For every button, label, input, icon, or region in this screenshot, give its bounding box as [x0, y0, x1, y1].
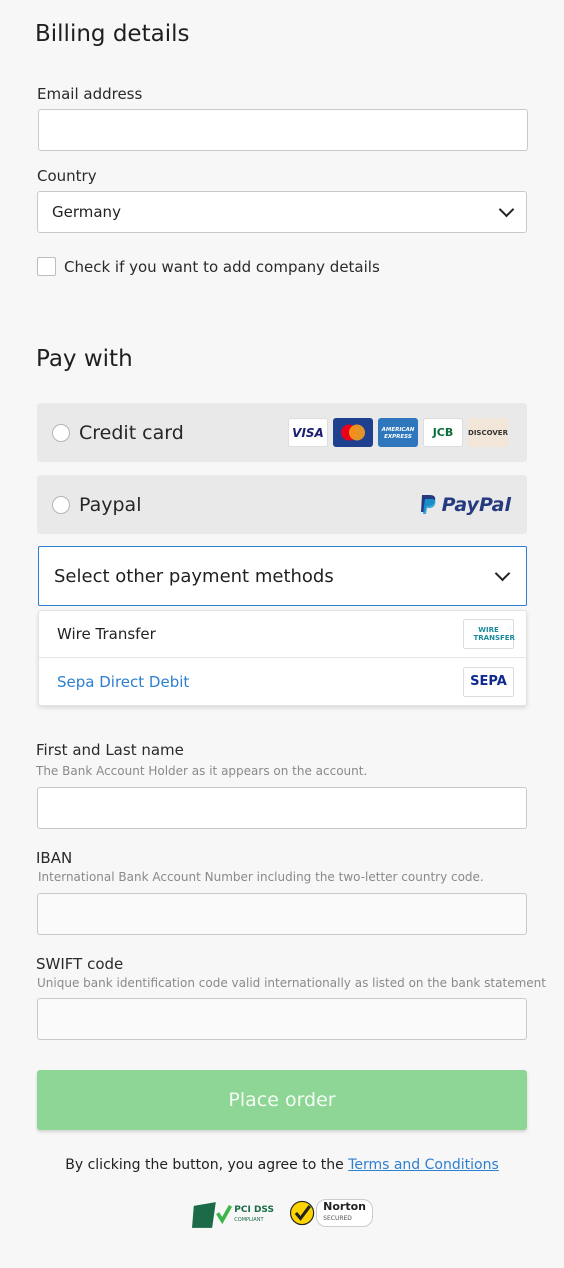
wire-transfer-label: Wire Transfer: [57, 625, 156, 643]
norton-text: Norton: [323, 1200, 366, 1213]
payment-methods-dropdown: Wire Transfer WIRE TRANSFER Sepa Direct …: [38, 610, 527, 706]
agreement-text: By clicking the button, you agree to the: [65, 1157, 349, 1173]
norton-sub-text: SECURED: [323, 1215, 352, 1222]
paypal-option[interactable]: Paypal PayPal: [37, 475, 527, 534]
mastercard-logo-icon: [333, 418, 373, 447]
sepa-logo-text: SEPA: [470, 674, 507, 689]
pci-dss-badge: PCI DSS COMPLIANT: [192, 1199, 274, 1231]
iban-hint: International Bank Account Number includ…: [38, 870, 484, 884]
country-label: Country: [37, 167, 97, 185]
terms-agreement: By clicking the button, you agree to the…: [0, 1157, 564, 1173]
wire-transfer-logo-text: WIRE TRANSFER: [473, 626, 515, 642]
paypal-radio[interactable]: [52, 495, 70, 514]
pci-logo-icon: [192, 1202, 233, 1228]
card-logos: VISA AMERICAN EXPRESS JCB DISCOVER: [288, 418, 508, 447]
terms-link[interactable]: Terms and Conditions: [348, 1157, 499, 1173]
name-hint: The Bank Account Holder as it appears on…: [36, 764, 368, 778]
email-label: Email address: [37, 85, 143, 103]
norton-secured-badge: Norton SECURED: [289, 1196, 373, 1230]
iban-label: IBAN: [36, 849, 73, 867]
billing-title: Billing details: [35, 21, 190, 47]
dropdown-item-wire-transfer[interactable]: Wire Transfer WIRE TRANSFER: [39, 611, 526, 658]
sepa-logo-icon: SEPA: [463, 666, 514, 697]
credit-card-radio[interactable]: [52, 423, 70, 442]
amex-logo-text: AMERICAN: [381, 427, 415, 433]
name-label: First and Last name: [36, 741, 184, 759]
country-select[interactable]: Germany: [37, 191, 527, 233]
wire-transfer-logo-icon: WIRE TRANSFER: [463, 619, 515, 649]
swift-label: SWIFT code: [36, 955, 124, 973]
chevron-down-icon: [494, 565, 511, 582]
company-details-label[interactable]: Check if you want to add company details: [64, 258, 380, 276]
pay-with-title: Pay with: [36, 346, 133, 372]
pci-sub-text: COMPLIANT: [234, 1217, 264, 1223]
credit-card-label: Credit card: [79, 421, 184, 444]
account-holder-name-input[interactable]: [37, 787, 527, 829]
paypal-logo-icon: PayPal: [418, 494, 511, 516]
swift-input[interactable]: [37, 998, 527, 1040]
other-payment-methods-select[interactable]: Select other payment methods: [38, 546, 527, 606]
swift-hint: Unique bank identification code valid in…: [37, 976, 546, 990]
jcb-logo-icon: JCB: [423, 418, 463, 447]
dropdown-item-sepa-direct-debit[interactable]: Sepa Direct Debit SEPA: [39, 658, 526, 705]
email-input[interactable]: [38, 109, 528, 151]
paypal-logo-text: PayPal: [441, 493, 511, 516]
pci-text: PCI DSS: [234, 1205, 274, 1215]
amex-logo-text-2: EXPRESS: [384, 434, 412, 440]
discover-logo-icon: DISCOVER: [468, 418, 508, 447]
visa-logo-icon: VISA: [288, 418, 328, 447]
paypal-label: Paypal: [79, 493, 142, 516]
chevron-down-icon: [498, 201, 515, 218]
place-order-button[interactable]: Place order: [37, 1070, 527, 1130]
iban-input[interactable]: [37, 893, 527, 935]
credit-card-option[interactable]: Credit card VISA AMERICAN EXPRESS JCB DI…: [37, 403, 527, 462]
other-payment-methods-label: Select other payment methods: [54, 565, 334, 587]
sepa-direct-debit-label: Sepa Direct Debit: [57, 672, 190, 691]
norton-check-icon: [289, 1200, 315, 1226]
amex-logo-icon: AMERICAN EXPRESS: [378, 418, 418, 447]
country-value: Germany: [52, 203, 121, 221]
company-details-checkbox[interactable]: [37, 257, 56, 276]
